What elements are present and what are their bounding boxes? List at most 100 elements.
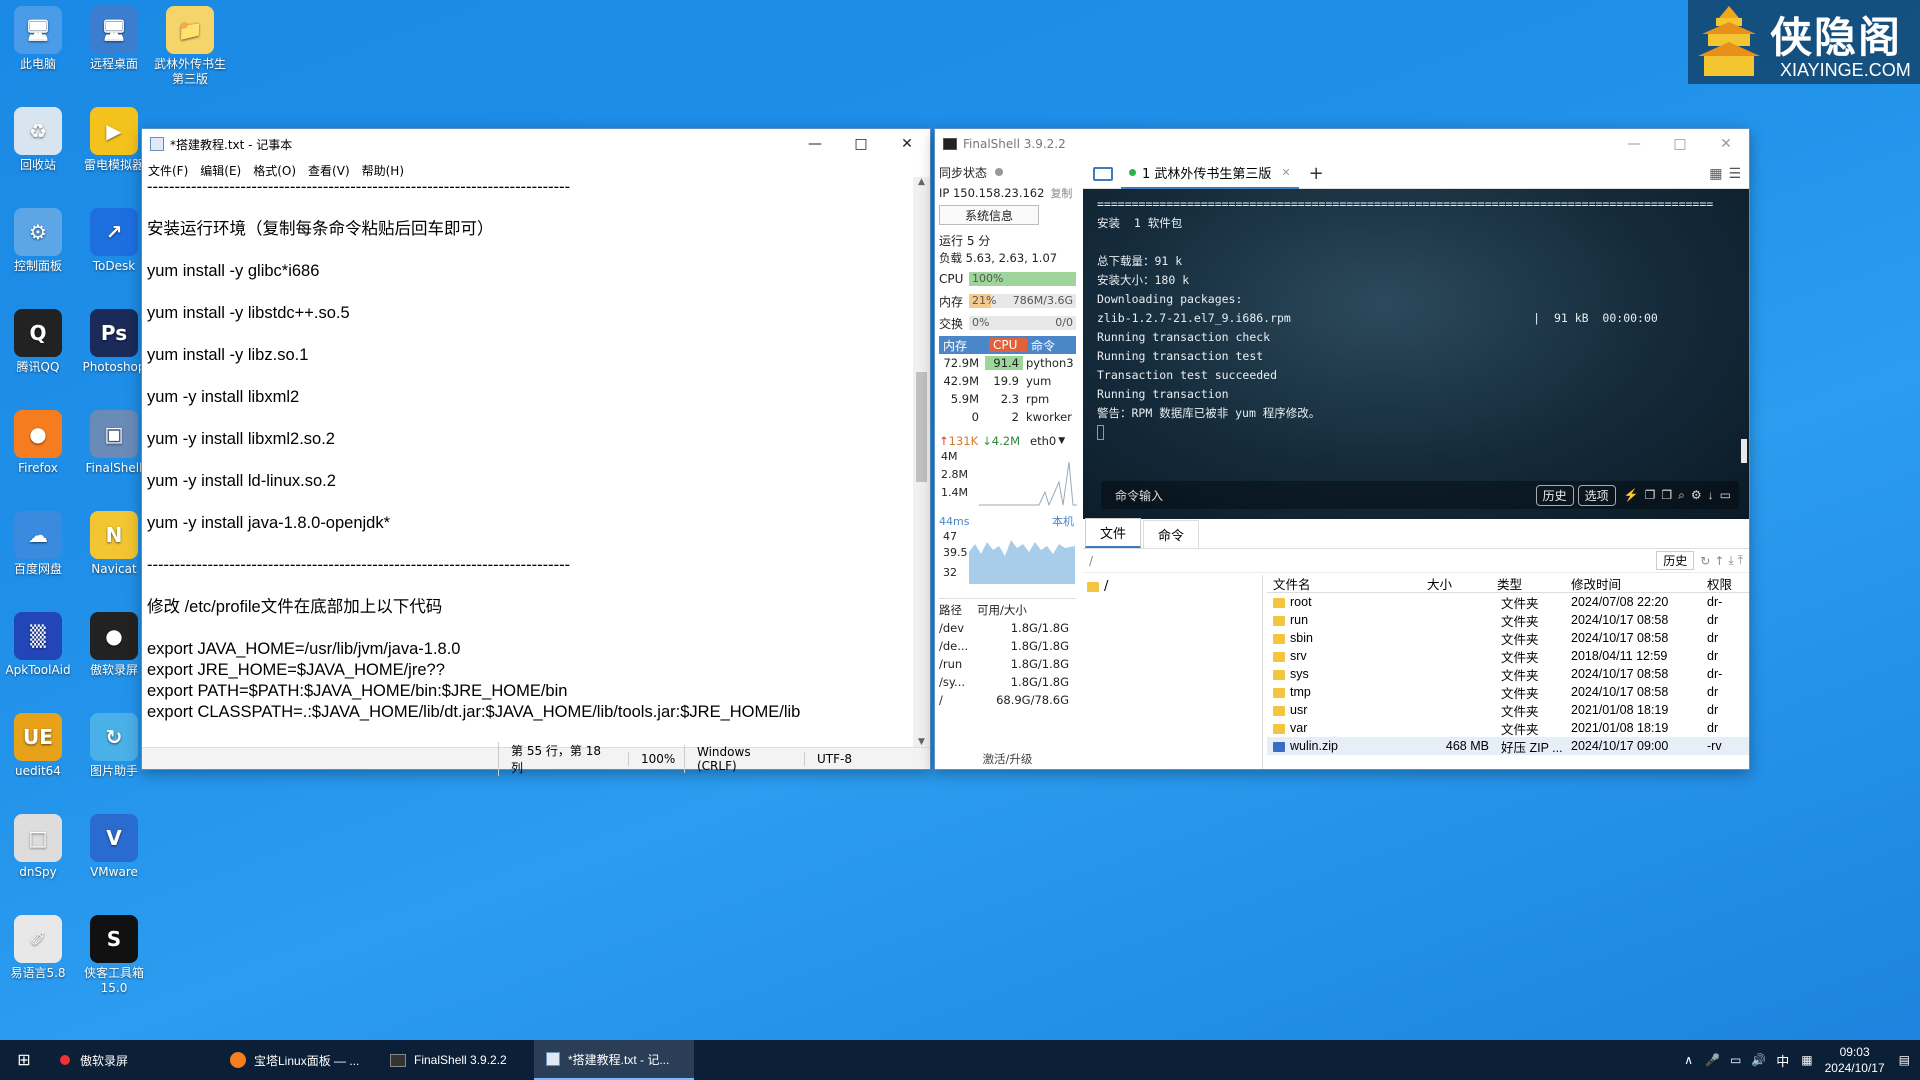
desktop-icon-photoshop[interactable]: Ps Photoshop [77, 309, 151, 375]
desktop-icon-baidu-netdisk[interactable]: ☁ 百度网盘 [1, 511, 75, 577]
desktop-icon-navicat[interactable]: N Navicat [77, 511, 151, 577]
terminal[interactable]: ========================================… [1083, 189, 1749, 519]
col-type[interactable]: 类型 [1497, 574, 1571, 593]
menu-help[interactable]: 帮助(H) [356, 162, 410, 179]
process-row[interactable]: 5.9M 2.3 rpm [939, 390, 1076, 408]
tray-chevron-icon[interactable]: ∧ [1684, 1053, 1693, 1067]
file-row[interactable]: sbin 文件夹 2024/10/17 08:58 dr [1267, 629, 1749, 647]
task-notepad[interactable]: *搭建教程.txt - 记... [534, 1040, 694, 1080]
file-row[interactable]: sys 文件夹 2024/10/17 08:58 dr- [1267, 665, 1749, 683]
add-tab-icon[interactable]: + [1309, 163, 1324, 184]
clock[interactable]: 09:03 2024/10/17 [1825, 1044, 1885, 1076]
tab-commands[interactable]: 命令 [1143, 520, 1200, 548]
window-icon[interactable]: ▭ [1720, 488, 1731, 502]
fs-close-button[interactable]: ✕ [1703, 129, 1749, 159]
menu-file[interactable]: 文件(F) [142, 162, 194, 179]
finalshell-titlebar[interactable]: FinalShell 3.9.2.2 — □ ✕ [935, 129, 1749, 159]
scroll-down-arrow[interactable]: ▼ [913, 737, 930, 747]
grid-view-icon[interactable]: ▦ [1709, 166, 1722, 182]
path-history-button[interactable]: 历史 [1656, 551, 1695, 570]
task-firefox[interactable]: 宝塔Linux面板 — ... [218, 1040, 378, 1080]
command-input-bar[interactable]: 命令输入 历史 选项 ⚡ ❐ ❒ ⌕ ⚙ ↓ ▭ [1101, 481, 1739, 509]
path-input[interactable]: / [1083, 554, 1656, 568]
up-dir-icon[interactable]: ↑ [1714, 554, 1724, 568]
desktop-icon-this-pc[interactable]: 🖥 此电脑 [1, 6, 75, 72]
fs-minimize-button[interactable]: — [1611, 129, 1657, 159]
menu-view[interactable]: 查看(V) [302, 162, 356, 179]
file-row[interactable]: var 文件夹 2021/01/08 18:19 dr [1267, 719, 1749, 737]
process-row[interactable]: 72.9M 91.4 python3 [939, 354, 1076, 372]
volume-icon[interactable]: 🔊 [1751, 1053, 1766, 1067]
keyboard-icon[interactable]: ▦ [1801, 1053, 1812, 1067]
desktop-icon-uedit64[interactable]: UE uedit64 [1, 713, 75, 779]
desktop-icon-todesk[interactable]: ↗ ToDesk [77, 208, 151, 274]
notification-icon[interactable]: ▤ [1899, 1053, 1910, 1067]
scroll-thumb[interactable] [916, 372, 927, 482]
desktop-icon-ldplayer[interactable]: ▶ 雷电模拟器 [77, 107, 151, 173]
col-perm[interactable]: 权限 [1707, 574, 1749, 593]
refresh-icon[interactable]: ↻ [1700, 554, 1710, 568]
gear-icon[interactable]: ⚙ [1691, 488, 1702, 502]
folder-open-icon[interactable] [1093, 166, 1113, 181]
download-icon[interactable]: ↓ [1708, 488, 1714, 502]
maximize-button[interactable]: □ [838, 129, 884, 159]
paste-icon[interactable]: ❒ [1661, 488, 1672, 502]
command-input[interactable]: 命令输入 [1115, 487, 1532, 504]
desktop-icon-vmware[interactable]: V VMware [77, 814, 151, 880]
chevron-down-icon[interactable]: ▼ [1058, 436, 1065, 446]
desktop-icon-apowersoft-recorder[interactable]: ● 傲软录屏 [77, 612, 151, 678]
lightning-icon[interactable]: ⚡ [1624, 488, 1639, 502]
tree-root[interactable]: / [1104, 579, 1108, 594]
microphone-icon[interactable]: 🎤 [1705, 1053, 1720, 1067]
latency-host[interactable]: 本机 [1052, 513, 1074, 529]
menu-format[interactable]: 格式(O) [247, 162, 302, 179]
proc-col-cpu[interactable]: CPU [989, 338, 1027, 352]
menu-edit[interactable]: 编辑(E) [194, 162, 247, 179]
cmd-options-button[interactable]: 选项 [1577, 484, 1616, 506]
minimize-button[interactable]: — [792, 129, 838, 159]
search-icon[interactable]: ⌕ [1678, 488, 1685, 503]
desktop-icon-eyuyan[interactable]: ✐ 易语言5.8 [1, 915, 75, 981]
file-row[interactable]: root 文件夹 2024/07/08 22:20 dr- [1267, 593, 1749, 611]
dir-tree[interactable]: / [1083, 575, 1263, 769]
desktop-icon-qq[interactable]: Q 腾讯QQ [1, 309, 75, 375]
notepad-text-area[interactable]: ----------------------------------------… [144, 177, 912, 747]
tab-files[interactable]: 文件 [1085, 518, 1142, 548]
notepad-titlebar[interactable]: *搭建教程.txt - 记事本 — □ ✕ [142, 129, 930, 159]
tab-close-icon[interactable]: ✕ [1281, 166, 1290, 179]
col-size[interactable]: 大小 [1427, 574, 1497, 593]
copy-icon[interactable]: ❐ [1645, 488, 1656, 502]
file-row[interactable]: tmp 文件夹 2024/10/17 08:58 dr [1267, 683, 1749, 701]
menu-list-icon[interactable]: ☰ [1728, 166, 1741, 182]
proc-col-cmd[interactable]: 命令 [1027, 337, 1076, 354]
process-table-header[interactable]: 内存 CPU 命令 [939, 336, 1076, 354]
desktop-icon-recycle-bin[interactable]: ♻ 回收站 [1, 107, 75, 173]
cmd-history-button[interactable]: 历史 [1535, 484, 1574, 506]
col-time[interactable]: 修改时间 [1571, 574, 1707, 593]
desktop-icon-firefox[interactable]: ● Firefox [1, 410, 75, 476]
file-row[interactable]: srv 文件夹 2018/04/11 12:59 dr [1267, 647, 1749, 665]
file-row[interactable]: wulin.zip 468 MB 好压 ZIP ... 2024/10/17 09:0… [1267, 737, 1749, 755]
proc-col-mem[interactable]: 内存 [939, 337, 989, 354]
desktop-icon-remote-desktop[interactable]: 🖥 远程桌面 [77, 6, 151, 72]
desktop-icon-finalshell[interactable]: ▣ FinalShell [77, 410, 151, 476]
sysinfo-button[interactable]: 系统信息 [939, 205, 1039, 225]
upload-file-icon[interactable]: ⤒ [1738, 553, 1743, 568]
desktop-icon-apktoolaid[interactable]: ▒ ApkToolAid [1, 612, 75, 678]
scroll-up-arrow[interactable]: ▲ [913, 177, 930, 187]
col-name[interactable]: 文件名 [1267, 574, 1427, 593]
notepad-window[interactable]: *搭建教程.txt - 记事本 — □ ✕ 文件(F) 编辑(E) 格式(O) … [142, 129, 930, 776]
network-icon[interactable]: ▭ [1730, 1053, 1741, 1067]
task-finalshell[interactable]: FinalShell 3.9.2.2 [378, 1040, 534, 1080]
download-file-icon[interactable]: ⤓ [1728, 553, 1733, 568]
desktop-icon-wulin-folder[interactable]: 📁 武林外传书生第三版 [153, 6, 227, 87]
desktop-icon-control-panel[interactable]: ⚙ 控制面板 [1, 208, 75, 274]
file-row[interactable]: run 文件夹 2024/10/17 08:58 dr [1267, 611, 1749, 629]
terminal-scroll-thumb[interactable] [1741, 439, 1747, 463]
desktop-icon-image-helper[interactable]: ↻ 图片助手 [77, 713, 151, 779]
notepad-scrollbar[interactable]: ▲ ▼ [913, 177, 930, 747]
ime-indicator[interactable]: 中 [1776, 1051, 1789, 1070]
net-iface[interactable]: eth0 [1030, 434, 1056, 448]
session-tab[interactable]: 1 武林外传书生第三版 ✕ [1121, 159, 1299, 189]
copy-ip-link[interactable]: 复制 [1050, 185, 1072, 201]
